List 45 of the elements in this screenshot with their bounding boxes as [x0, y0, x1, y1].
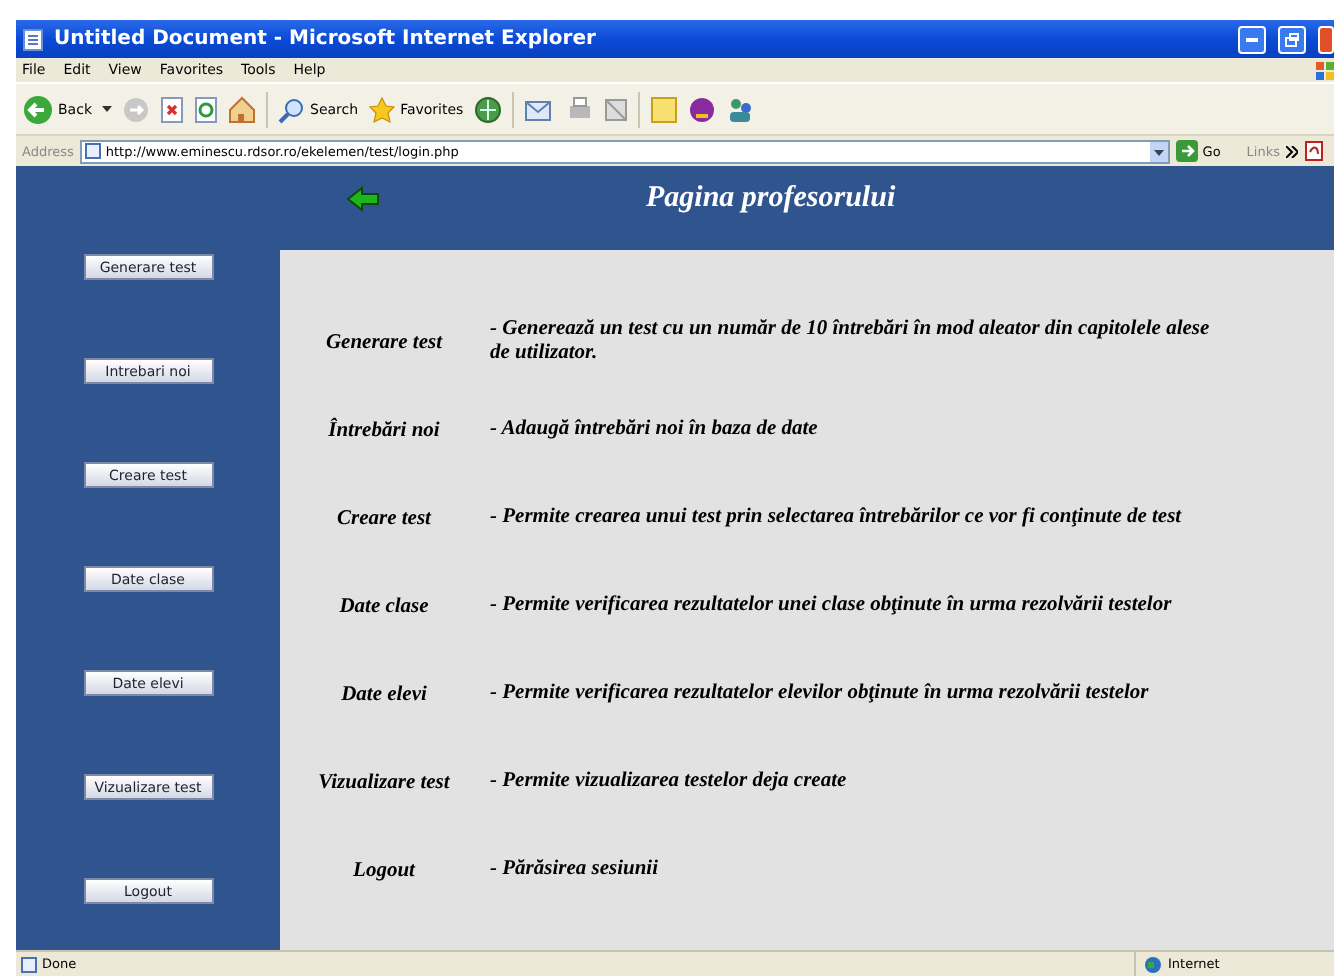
page-icon	[20, 955, 38, 973]
back-arrow-button[interactable]	[346, 185, 380, 211]
refresh-button[interactable]	[194, 95, 218, 123]
restore-button[interactable]	[1278, 25, 1306, 53]
note-icon	[649, 95, 678, 123]
feature-name: Date elevi	[339, 683, 429, 705]
feature-description: - Permite verificarea rezultatelor elevilor obţinute în urma rezolvării testelor	[490, 682, 1151, 706]
print-button[interactable]	[565, 95, 594, 123]
page-icon	[83, 142, 102, 160]
chevron-icon	[1286, 145, 1298, 157]
feature-description: - Părăsirea sesiunii	[490, 858, 661, 882]
feature-name: Creare test	[335, 507, 434, 529]
left-arrow-icon	[346, 185, 380, 211]
page-heading: Pagina profesorului	[646, 181, 896, 215]
star-icon	[368, 95, 397, 123]
home-button[interactable]	[228, 95, 256, 123]
windows-logo-icon	[1314, 59, 1334, 81]
feature-description: - Permite crearea unui test prin selectarea întrebărilor ce vor fi conţinute de test	[490, 506, 1184, 530]
dropdown-icon	[102, 105, 112, 113]
mail-icon	[523, 95, 556, 123]
feature-name: Date clase	[337, 595, 431, 617]
minimize-icon	[1246, 37, 1258, 41]
feature-name: Generare test	[323, 331, 445, 353]
printer-icon	[565, 95, 594, 123]
stop-button[interactable]	[160, 95, 184, 123]
page-icon	[22, 27, 46, 51]
minimize-button[interactable]	[1238, 25, 1266, 53]
feature-name: Vizualizare test	[316, 771, 452, 793]
window-title: Untitled Document - Microsoft Internet Explorer	[54, 28, 596, 50]
mail-button[interactable]	[523, 95, 556, 123]
feature-description: - Permite verificarea rezultatelor unei clase obţinute în urma rezolvării testelor	[490, 594, 1174, 618]
feature-name: Întrebări noi	[326, 419, 442, 441]
contacts-button[interactable]	[725, 95, 754, 123]
feature-name: Logout	[351, 859, 418, 881]
feature-description: - Generează un test cu un număr de 10 întrebări în mod aleator din capitolele alese de utilizator.	[490, 318, 1212, 366]
refresh-icon	[194, 95, 218, 123]
close-button[interactable]	[1318, 25, 1334, 53]
house-icon	[228, 95, 256, 123]
feature-description: - Adaugă întrebări noi în baza de date	[490, 418, 820, 442]
restore-icon	[1284, 31, 1300, 47]
go-arrow-icon	[1176, 140, 1199, 162]
people-icon	[725, 95, 754, 123]
feature-description: - Permite vizualizarea testelor deja create	[490, 770, 849, 794]
stop-icon	[160, 95, 184, 123]
search-icon	[278, 95, 306, 123]
